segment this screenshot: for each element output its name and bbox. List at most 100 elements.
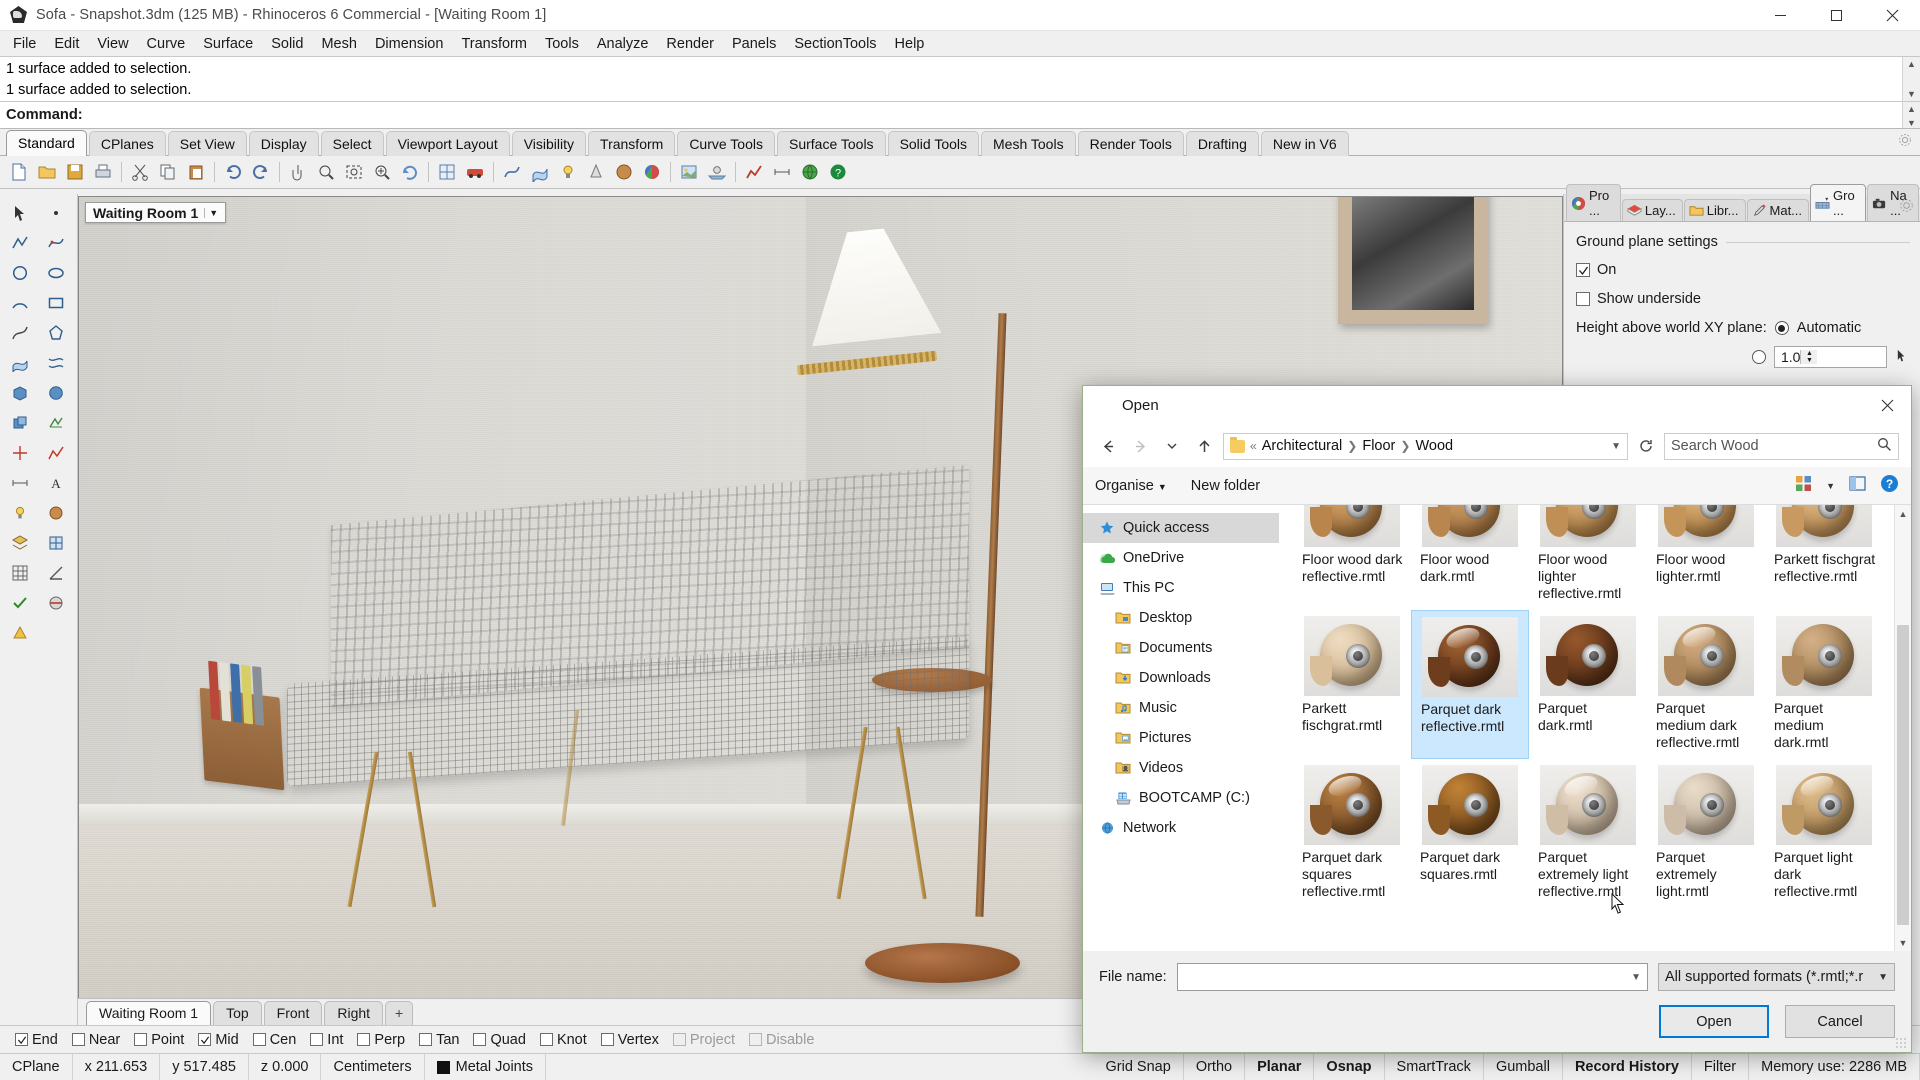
- drafting-icon[interactable]: [38, 558, 74, 588]
- sidebar-item-music[interactable]: Music: [1083, 693, 1279, 723]
- rectangle-icon[interactable]: [38, 288, 74, 318]
- panel-tab-layers[interactable]: Lay...: [1622, 199, 1683, 221]
- file-item[interactable]: Parquet dark squares reflective.rmtl: [1293, 759, 1411, 908]
- close-icon[interactable]: [1864, 0, 1920, 31]
- disable-checkbox[interactable]: [749, 1033, 762, 1046]
- toolbar-tab-surface-tools[interactable]: Surface Tools: [777, 131, 886, 156]
- new-folder-button[interactable]: New folder: [1191, 478, 1260, 494]
- box-icon[interactable]: [2, 378, 38, 408]
- curve-icon[interactable]: [499, 159, 525, 185]
- scroll-up-icon[interactable]: ▲: [1895, 505, 1911, 522]
- zoom-window-icon[interactable]: [313, 159, 339, 185]
- material-icon[interactable]: [611, 159, 637, 185]
- redo-icon[interactable]: [248, 159, 274, 185]
- menu-sectiontools[interactable]: SectionTools: [785, 33, 885, 55]
- show-underside-checkbox[interactable]: [1576, 292, 1590, 306]
- file-item[interactable]: Parkett fischgrat reflective.rmtl: [1765, 505, 1883, 610]
- breadcrumb-floor[interactable]: Floor: [1362, 438, 1395, 454]
- maximize-icon[interactable]: [1808, 0, 1864, 31]
- checkmark-icon[interactable]: [2, 588, 38, 618]
- warning-icon[interactable]: [2, 618, 38, 648]
- command-prompt[interactable]: Command: ▲ ▼: [0, 102, 1920, 129]
- solid-tools-icon[interactable]: [2, 408, 38, 438]
- file-item[interactable]: Parquet dark squares.rmtl: [1411, 759, 1529, 908]
- tan-checkbox[interactable]: [419, 1033, 432, 1046]
- scrollbar-thumb[interactable]: [1897, 625, 1909, 925]
- sidebar-item-videos[interactable]: Videos: [1083, 753, 1279, 783]
- file-item[interactable]: Floor wood lighter reflective.rmtl: [1529, 505, 1647, 610]
- file-grid[interactable]: Floor wood dark reflective.rmtl Floor wo…: [1279, 505, 1911, 951]
- search-icon[interactable]: [1877, 437, 1892, 456]
- osnap-perp[interactable]: Perp: [352, 1032, 410, 1048]
- menu-panels[interactable]: Panels: [723, 33, 785, 55]
- project-checkbox[interactable]: [673, 1033, 686, 1046]
- resize-grip[interactable]: [1895, 1037, 1907, 1049]
- scroll-up-icon[interactable]: ▲: [1907, 57, 1916, 71]
- cancel-button[interactable]: Cancel: [1785, 1005, 1895, 1038]
- status-filter[interactable]: Filter: [1692, 1054, 1749, 1080]
- vertex-checkbox[interactable]: [601, 1033, 614, 1046]
- save-file-icon[interactable]: [62, 159, 88, 185]
- globe-icon[interactable]: [797, 159, 823, 185]
- int-checkbox[interactable]: [310, 1033, 323, 1046]
- chevron-down-icon[interactable]: ▼: [1631, 972, 1641, 983]
- address-breadcrumb-bar[interactable]: « Architectural ❯ Floor ❯ Wood ▼: [1223, 433, 1628, 460]
- dimension-tools-icon[interactable]: [2, 468, 38, 498]
- file-item[interactable]: Parquet extremely light reflective.rmtl: [1529, 759, 1647, 908]
- menu-transform[interactable]: Transform: [452, 33, 536, 55]
- new-file-icon[interactable]: [6, 159, 32, 185]
- back-arrow-icon[interactable]: [1095, 433, 1121, 459]
- viewport-layout-icon[interactable]: [434, 159, 460, 185]
- command-history[interactable]: 1 surface added to selection. 1 surface …: [0, 56, 1920, 102]
- panel-tab-properties[interactable]: Pro ...: [1566, 184, 1621, 221]
- search-input[interactable]: Search Wood: [1664, 433, 1899, 460]
- status-current-layer[interactable]: Metal Joints: [425, 1054, 546, 1080]
- file-item[interactable]: Parquet medium dark reflective.rmtl: [1647, 610, 1765, 759]
- menu-solid[interactable]: Solid: [262, 33, 312, 55]
- file-item[interactable]: Parquet extremely light.rmtl: [1647, 759, 1765, 908]
- sidebar-item-downloads[interactable]: Downloads: [1083, 663, 1279, 693]
- light-icon[interactable]: [555, 159, 581, 185]
- block-icon[interactable]: [38, 528, 74, 558]
- menu-dimension[interactable]: Dimension: [366, 33, 453, 55]
- osnap-int[interactable]: Int: [305, 1032, 348, 1048]
- copy-icon[interactable]: [155, 159, 181, 185]
- file-type-filter-select[interactable]: All supported formats (*.rmtl;*.r ▼: [1658, 963, 1895, 991]
- osnap-tan[interactable]: Tan: [414, 1032, 464, 1048]
- curve-tools-icon[interactable]: [2, 318, 38, 348]
- toolbar-tab-standard[interactable]: Standard: [6, 130, 87, 156]
- point-icon[interactable]: [38, 198, 74, 228]
- loft-icon[interactable]: [38, 348, 74, 378]
- toolbar-tab-cplanes[interactable]: CPlanes: [89, 131, 166, 156]
- sidebar-item-onedrive[interactable]: OneDrive: [1083, 543, 1279, 573]
- circle-icon[interactable]: [2, 258, 38, 288]
- light-tools-icon[interactable]: [2, 498, 38, 528]
- dimension-icon[interactable]: [769, 159, 795, 185]
- chevron-down-icon[interactable]: ▼: [204, 208, 222, 218]
- toolbar-tab-viewport-layout[interactable]: Viewport Layout: [386, 131, 510, 156]
- dialog-close-icon[interactable]: [1863, 386, 1911, 425]
- command-prompt-scrollbar[interactable]: ▲ ▼: [1902, 102, 1920, 128]
- status-units[interactable]: Centimeters: [321, 1054, 424, 1080]
- color-wheel-icon[interactable]: [639, 159, 665, 185]
- panel-tab-materials[interactable]: Mat...: [1747, 199, 1810, 221]
- sidebar-item-documents[interactable]: Documents: [1083, 633, 1279, 663]
- toolbar-tab-drafting[interactable]: Drafting: [1186, 131, 1259, 156]
- breadcrumb-architectural[interactable]: Architectural: [1262, 438, 1343, 454]
- pick-height-icon[interactable]: [1895, 348, 1910, 367]
- toolbar-tab-curve-tools[interactable]: Curve Tools: [677, 131, 775, 156]
- cut-icon[interactable]: [127, 159, 153, 185]
- arc-icon[interactable]: [2, 288, 38, 318]
- scroll-down-icon[interactable]: ▼: [1895, 934, 1911, 951]
- select-arrow-icon[interactable]: [2, 198, 38, 228]
- toolbar-tab-display[interactable]: Display: [249, 131, 319, 156]
- point-checkbox[interactable]: [134, 1033, 147, 1046]
- toolbar-tab-visibility[interactable]: Visibility: [512, 131, 586, 156]
- file-item[interactable]: Parquet dark.rmtl: [1529, 610, 1647, 759]
- polyline-icon[interactable]: [2, 228, 38, 258]
- status-cplane[interactable]: CPlane: [0, 1054, 73, 1080]
- curve-through-points-icon[interactable]: [38, 228, 74, 258]
- surface-icon[interactable]: [527, 159, 553, 185]
- file-item[interactable]: Floor wood dark.rmtl: [1411, 505, 1529, 610]
- print-icon[interactable]: [90, 159, 116, 185]
